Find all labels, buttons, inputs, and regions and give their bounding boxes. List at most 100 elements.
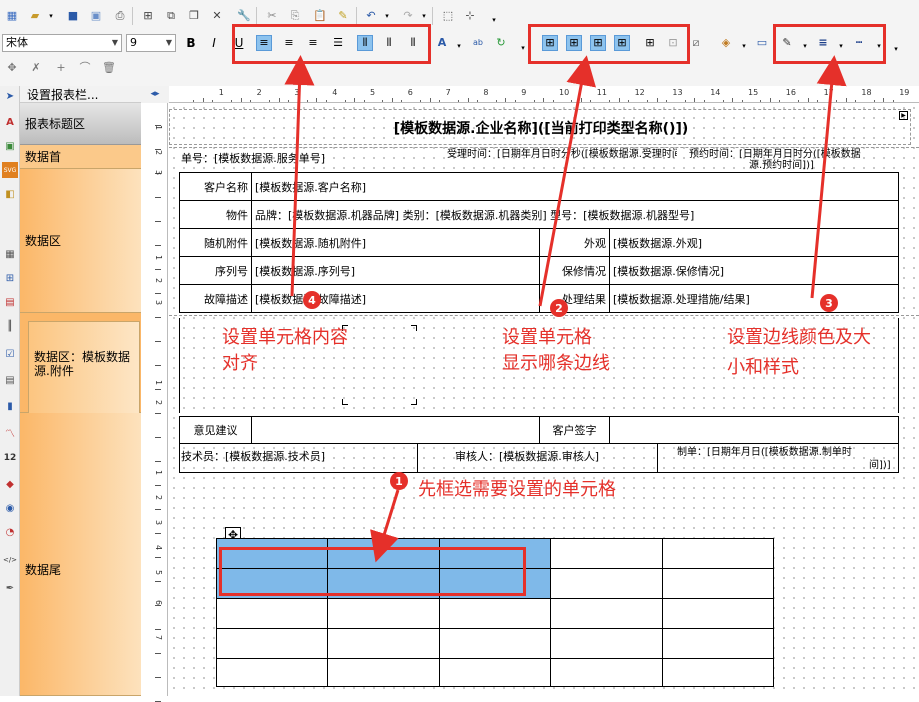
chevron-down-icon[interactable]: ▾ xyxy=(486,12,502,28)
label-item[interactable]: 物件 xyxy=(179,200,252,229)
grid-cell[interactable] xyxy=(327,628,440,659)
number-icon[interactable]: 12 xyxy=(2,450,18,466)
resize-handle-icon[interactable]: ▶ xyxy=(899,111,908,120)
paste-special-icon[interactable]: ⧉ xyxy=(163,8,179,24)
label-serial[interactable]: 序列号 xyxy=(179,256,252,285)
band-data-footer[interactable]: 数据尾 xyxy=(20,413,141,696)
grid-cell[interactable] xyxy=(438,658,552,687)
refresh-icon[interactable]: ↻ xyxy=(493,35,509,51)
grid-cell[interactable] xyxy=(438,598,552,629)
move-icon[interactable]: ✥ xyxy=(4,60,20,76)
text-icon[interactable]: A xyxy=(2,114,18,130)
text-format-icon[interactable]: ab xyxy=(470,35,486,51)
italic-button[interactable]: I xyxy=(206,35,222,51)
chevron-down-icon[interactable]: ▾ xyxy=(736,38,752,54)
grid-cell[interactable] xyxy=(550,658,663,687)
report-title[interactable]: [模板数据源.企业名称]([当前打印类型名称()]) xyxy=(170,118,912,138)
trash-icon[interactable]: 🗑 xyxy=(101,60,117,76)
chevron-down-icon[interactable]: ▾ xyxy=(43,8,59,24)
format-brush-icon[interactable]: ✎ xyxy=(335,8,351,24)
layout-icon[interactable]: ⊹ xyxy=(462,8,478,24)
open-icon[interactable]: ▰ xyxy=(27,8,43,24)
chevron-down-icon[interactable]: ▾ xyxy=(451,38,467,54)
border-diagonal-icon[interactable]: ⧄ xyxy=(688,35,704,51)
rectangle-icon[interactable]: ▭ xyxy=(754,35,770,51)
value-serial[interactable]: [模板数据源.序列号] xyxy=(251,256,540,285)
copy-format-icon[interactable]: ❐ xyxy=(186,8,202,24)
font-size-select[interactable]: 9 ▼ xyxy=(126,34,176,52)
grid-cell[interactable] xyxy=(215,598,329,629)
wrench-icon[interactable]: 🔧 xyxy=(236,8,252,24)
gauge-icon[interactable]: ◔ xyxy=(2,524,18,540)
band-report-title[interactable]: 报表标题区 xyxy=(20,103,141,145)
crosstab-icon[interactable]: ⊞ xyxy=(2,270,18,286)
grid-cell[interactable] xyxy=(550,538,663,569)
chevron-down-icon[interactable]: ▾ xyxy=(888,41,904,57)
chevron-down-icon[interactable]: ▾ xyxy=(416,8,432,24)
grid-cell[interactable] xyxy=(327,598,440,629)
grid-cell[interactable] xyxy=(550,598,663,629)
grid-cell[interactable] xyxy=(661,628,775,659)
grid-cell[interactable] xyxy=(438,628,552,659)
print-preview-icon[interactable]: ⎙ xyxy=(112,8,128,24)
grid-cell[interactable] xyxy=(215,658,329,687)
band-data[interactable]: 数据区 xyxy=(20,169,141,313)
line-chart-icon[interactable]: 〽 xyxy=(2,424,18,440)
value-item[interactable]: 品牌：[模板数据源.机器品牌] 类别：[模板数据源.机器类别] 型号：[模板数据… xyxy=(251,200,899,229)
insert-icon[interactable]: ⊞ xyxy=(140,8,156,24)
grid-cell[interactable] xyxy=(661,658,775,687)
chart-table-icon[interactable]: ▤ xyxy=(2,294,18,310)
value-warranty[interactable]: [模板数据源.保修情况] xyxy=(609,256,899,285)
band-attachment-box[interactable]: 数据区：模板数据源.附件 xyxy=(28,321,140,417)
value-opinion[interactable] xyxy=(251,416,540,444)
band-data-header[interactable]: 数据首 xyxy=(20,145,141,169)
label-accessories[interactable]: 随机附件 xyxy=(179,228,252,257)
grid-cell[interactable] xyxy=(550,568,663,599)
grid-cell[interactable] xyxy=(215,628,329,659)
label-customer-name[interactable]: 客户名称 xyxy=(179,172,252,201)
checkbox-icon[interactable]: ☑ xyxy=(2,346,18,362)
accept-time-field[interactable]: 受理时间：[日期年月日时分秒([模板数据源.受理时间])] xyxy=(447,145,677,160)
grid-cell[interactable] xyxy=(661,568,775,599)
grid-cell[interactable] xyxy=(661,538,775,569)
value-customer-name[interactable]: [模板数据源.客户名称] xyxy=(251,172,899,201)
delete-icon[interactable]: ✕ xyxy=(209,8,225,24)
undo-icon[interactable]: ↶ xyxy=(363,8,379,24)
svg-icon[interactable]: SVG xyxy=(2,162,18,178)
save-icon[interactable]: ■ xyxy=(65,8,81,24)
value-appearance[interactable]: [模板数据源.外观] xyxy=(609,228,899,257)
fill-color-icon[interactable]: ◈ xyxy=(718,35,734,51)
image-placeholder[interactable] xyxy=(341,325,417,405)
redo-icon[interactable]: ↷ xyxy=(400,8,416,24)
pointer-icon[interactable]: ➤ xyxy=(2,88,18,104)
copy-icon[interactable]: ⎘ xyxy=(287,8,303,24)
html-icon[interactable]: </> xyxy=(2,552,18,568)
paste-icon[interactable]: 📋 xyxy=(312,8,328,24)
value-customer-sign[interactable] xyxy=(609,416,899,444)
pen-icon[interactable]: ✒ xyxy=(2,580,18,596)
bold-button[interactable]: B xyxy=(183,35,199,51)
plus-icon[interactable]: + xyxy=(53,60,69,76)
curve-icon[interactable]: ⌒ xyxy=(77,60,93,76)
save-as-icon[interactable]: ▣ xyxy=(88,8,104,24)
value-result[interactable]: [模板数据源.处理措施/结果] xyxy=(609,284,899,313)
scissors-line-icon[interactable]: ✗ xyxy=(28,60,44,76)
label-opinion[interactable]: 意见建议 xyxy=(179,416,252,444)
band-data-attachment[interactable]: 数据区：模板数据源.附件 xyxy=(20,313,141,417)
chevron-down-icon[interactable]: ▼ xyxy=(163,35,175,51)
label-customer-sign[interactable]: 客户签字 xyxy=(539,416,610,444)
label-fault[interactable]: 故障描述 xyxy=(179,284,252,313)
new-report-icon[interactable]: ▦ xyxy=(4,8,20,24)
subreport-icon[interactable]: ◧ xyxy=(2,186,18,202)
label-warranty[interactable]: 保修情况 xyxy=(539,256,610,285)
shapes-icon[interactable]: ◆ xyxy=(2,476,18,492)
label-appearance[interactable]: 外观 xyxy=(539,228,610,257)
chevron-down-icon[interactable]: ▾ xyxy=(379,8,395,24)
rich-text-icon[interactable]: ▤ xyxy=(2,372,18,388)
barcode-icon[interactable]: ║ xyxy=(2,318,18,334)
table-icon[interactable]: ▦ xyxy=(2,246,18,262)
chevron-down-icon[interactable]: ▼ xyxy=(109,35,121,51)
grid-cell[interactable] xyxy=(661,598,775,629)
bar-chart-icon[interactable]: ▮ xyxy=(2,398,18,414)
value-fault[interactable]: [模板数据源.故障描述] xyxy=(251,284,540,313)
